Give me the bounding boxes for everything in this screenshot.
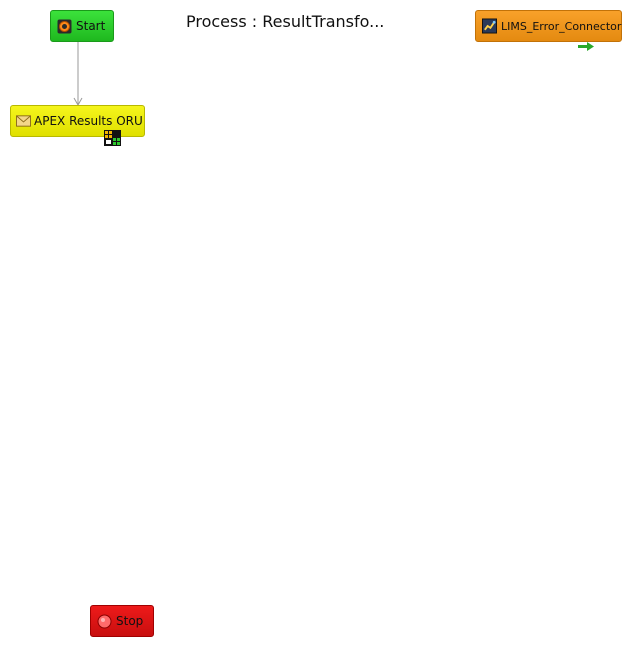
stop-label: Stop [116,614,144,628]
stop-node[interactable]: Stop [90,605,154,637]
lims-error-connector-node[interactable]: LIMS_Error_Connector [475,10,622,42]
start-node[interactable]: Start [50,10,114,42]
start-to-apex-connector [73,42,83,107]
stop-icon [97,614,112,629]
envelope-icon [16,114,31,129]
apex-results-oru-node[interactable]: APEX Results ORU [10,105,145,137]
connector-icon [482,18,497,34]
start-icon [57,19,72,34]
start-label: Start [76,19,106,33]
lims-error-connector-label: LIMS_Error_Connector [501,19,622,33]
grid-badge-icon [104,130,121,146]
apex-results-oru-label: APEX Results ORU [34,114,143,128]
green-arrow-icon [578,42,594,51]
